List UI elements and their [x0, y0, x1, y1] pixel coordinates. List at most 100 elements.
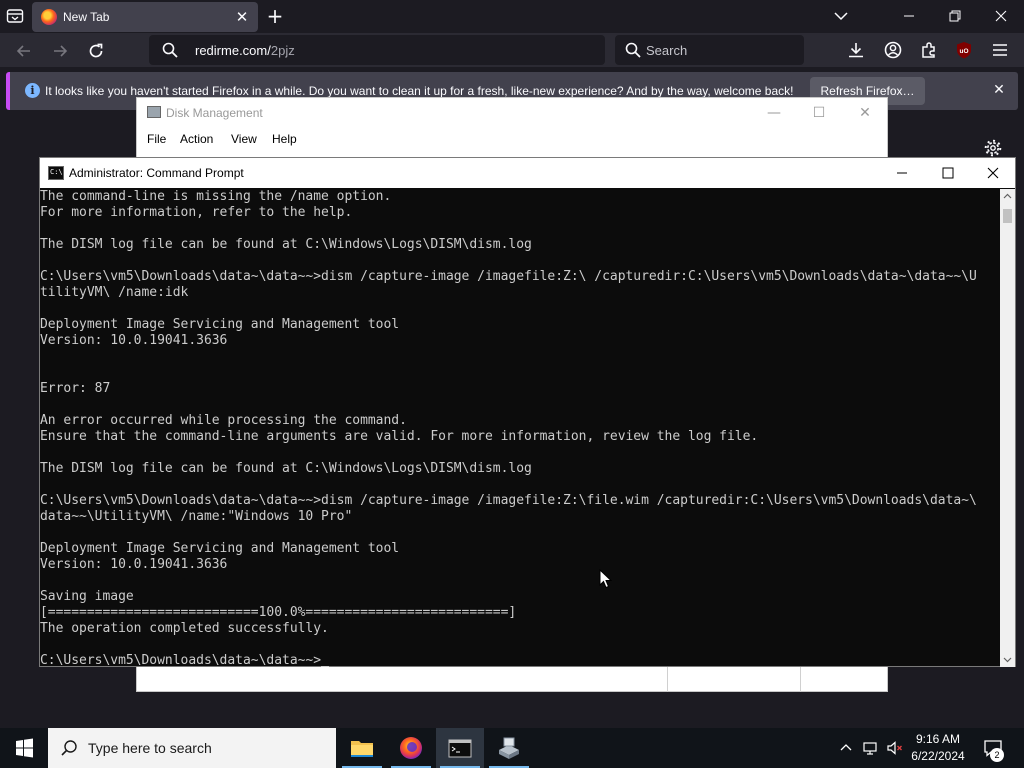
maximize-button[interactable]: ☐ — [804, 102, 834, 124]
clock-time: 9:16 AM — [915, 732, 961, 746]
firefox-icon — [400, 737, 422, 759]
url-text: redirme.com/2pjz — [195, 43, 295, 58]
clock-date: 6/22/2024 — [911, 749, 965, 763]
close-icon[interactable]: ✕ — [990, 81, 1008, 99]
console-line: Version: 10.0.19041.3636 — [40, 333, 977, 349]
menu-file[interactable]: File — [147, 132, 166, 146]
console-line-text: The operation completed successfully. — [40, 621, 329, 636]
console-line-text: The DISM log file can be found at C:\Win… — [40, 237, 532, 252]
console-line: The operation completed successfully. — [40, 621, 977, 637]
volume-muted-icon[interactable] — [886, 739, 904, 757]
disk-management-icon — [147, 106, 161, 118]
console-line-text: The command-line is missing the /name op… — [40, 189, 392, 204]
download-icon[interactable] — [846, 40, 866, 60]
window-title: Administrator: Command Prompt — [69, 166, 244, 180]
command-prompt-window[interactable]: Administrator: Command Prompt The comman… — [39, 157, 1016, 667]
chevron-up-icon[interactable] — [837, 739, 855, 757]
console-line-text: C:\Users\vm5\Downloads\data~\data~~> — [40, 653, 322, 667]
search-icon — [625, 42, 641, 58]
search-field[interactable]: Search — [615, 35, 804, 65]
plus-icon[interactable]: + — [265, 6, 285, 26]
extensions-icon[interactable] — [919, 40, 939, 60]
network-icon[interactable] — [862, 739, 880, 757]
console-line-text: Version: 10.0.19041.3636 — [40, 557, 228, 572]
ublock-icon[interactable]: uO — [954, 40, 974, 60]
console-line-text: [===========================100.0%======… — [40, 605, 517, 620]
menu-help[interactable]: Help — [272, 132, 297, 146]
forward-icon[interactable] — [49, 40, 71, 62]
console-line-text: For more information, refer to the help. — [40, 205, 353, 220]
console-output[interactable]: The command-line is missing the /name op… — [40, 189, 1000, 667]
taskbar: Type here to search 9:16 AM 6/22/2024 2 — [0, 728, 1024, 768]
taskbar-app-file-explorer[interactable] — [338, 728, 386, 768]
windows-start-icon[interactable] — [0, 728, 48, 768]
system-clock[interactable]: 9:16 AM 6/22/2024 — [903, 731, 973, 765]
window-title: Disk Management — [166, 106, 263, 120]
command-prompt-icon — [448, 739, 472, 758]
reload-icon[interactable] — [85, 40, 107, 62]
tabs-list-icon[interactable] — [6, 8, 24, 24]
volume-list-cell — [668, 666, 801, 692]
menu-view[interactable]: View — [231, 132, 257, 146]
account-icon[interactable] — [883, 40, 903, 60]
console-line: The DISM log file can be found at C:\Win… — [40, 237, 977, 253]
close-window-button[interactable] — [978, 0, 1024, 32]
text-cursor — [321, 666, 330, 667]
browser-tab-bar: New Tab ✕ + — [0, 0, 1024, 33]
console-line: C:\Users\vm5\Downloads\data~\data~~>dism… — [40, 493, 977, 509]
console-line: [===========================100.0%======… — [40, 605, 977, 621]
command-prompt-titlebar[interactable]: Administrator: Command Prompt — [40, 158, 1015, 188]
console-line: data~~\UtilityVM\ /name:"Windows 10 Pro" — [40, 509, 977, 525]
url-bar[interactable]: redirme.com/2pjz — [149, 35, 605, 65]
console-line: For more information, refer to the help. — [40, 205, 977, 221]
search-icon — [61, 740, 77, 756]
menu-icon[interactable] — [990, 40, 1010, 60]
menu-action[interactable]: Action — [180, 132, 213, 146]
disk-management-titlebar[interactable]: Disk Management — ☐ ✕ — [137, 98, 887, 126]
close-icon[interactable]: ✕ — [232, 7, 252, 27]
console-line: C:\Users\vm5\Downloads\data~\data~~> — [40, 653, 977, 667]
taskbar-app-command-prompt[interactable] — [436, 728, 484, 768]
chevron-down-icon[interactable] — [832, 7, 850, 25]
console-line-text: data~~\UtilityVM\ /name:"Windows 10 Pro" — [40, 509, 353, 524]
console-line: tilityVM\ /name:idk — [40, 285, 977, 301]
search-icon — [162, 42, 178, 58]
command-prompt-icon — [48, 166, 64, 180]
console-line: The DISM log file can be found at C:\Win… — [40, 461, 977, 477]
console-line-text: Saving image — [40, 589, 134, 604]
chevron-down-icon[interactable] — [1003, 655, 1012, 664]
minimize-button[interactable] — [886, 0, 932, 32]
maximize-button[interactable] — [925, 158, 971, 188]
chevron-up-icon[interactable] — [1003, 192, 1012, 201]
menu-bar: File Action View Help — [137, 128, 887, 150]
console-line-text: C:\Users\vm5\Downloads\data~\data~~>dism… — [40, 493, 977, 508]
taskbar-app-disk-management[interactable] — [485, 728, 533, 768]
scrollbar-thumb[interactable] — [1003, 209, 1012, 223]
search-placeholder: Type here to search — [88, 740, 212, 756]
taskbar-search-box[interactable]: Type here to search — [48, 728, 336, 768]
tab-new-tab[interactable]: New Tab ✕ — [32, 2, 258, 32]
notification-count-badge: 2 — [990, 748, 1004, 762]
vertical-scrollbar[interactable] — [1000, 189, 1015, 667]
close-window-button[interactable] — [970, 158, 1016, 188]
taskbar-app-firefox[interactable] — [387, 728, 435, 768]
console-line: The command-line is missing the /name op… — [40, 189, 977, 205]
console-line-text: An error occurred while processing the c… — [40, 413, 407, 428]
console-lines: The command-line is missing the /name op… — [40, 189, 977, 667]
console-line: Deployment Image Servicing and Managemen… — [40, 317, 977, 333]
close-window-button[interactable]: ✕ — [850, 102, 880, 124]
minimize-button[interactable]: — — [759, 102, 789, 124]
firefox-icon — [41, 9, 57, 25]
gear-icon[interactable] — [983, 138, 1003, 158]
back-icon[interactable] — [13, 40, 35, 62]
minimize-button[interactable] — [879, 158, 925, 188]
console-line: Version: 10.0.19041.3636 — [40, 557, 977, 573]
restore-button[interactable] — [932, 0, 978, 32]
